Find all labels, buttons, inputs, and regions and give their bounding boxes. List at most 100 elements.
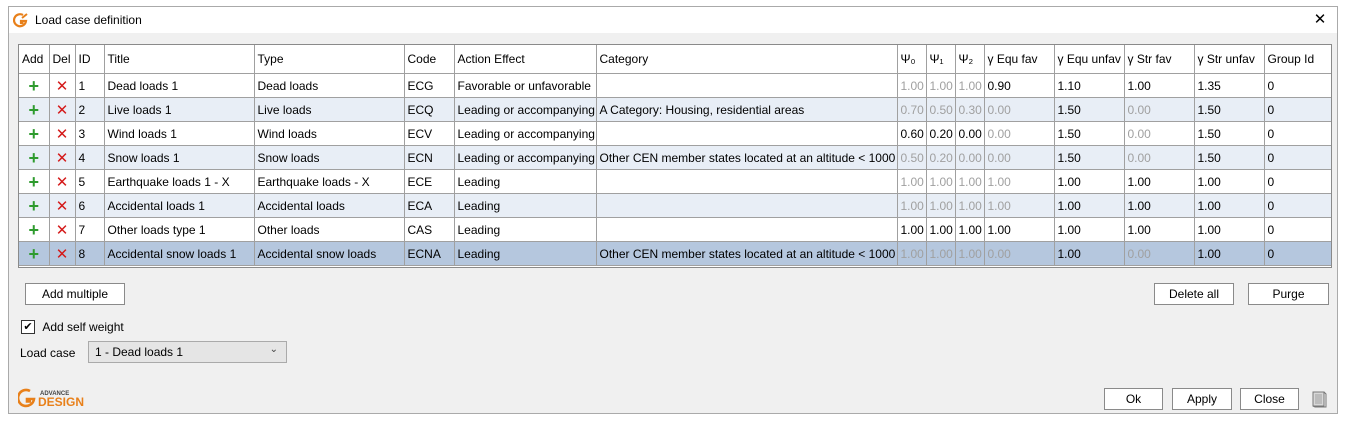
cell-psi2[interactable]: 1.00	[955, 193, 985, 218]
add-row-icon[interactable]: +	[19, 73, 50, 98]
add-multiple-button[interactable]: Add multiple	[25, 283, 125, 305]
cell-code[interactable]: ECQ	[404, 97, 455, 122]
cell-psi1[interactable]: 0.20	[926, 121, 956, 146]
cell-str-unfav[interactable]: 1.50	[1194, 145, 1265, 170]
cell-type[interactable]: Accidental snow loads	[254, 241, 405, 266]
add-row-icon[interactable]: +	[19, 97, 50, 122]
cell-group[interactable]: 0	[1264, 97, 1331, 122]
cell-equ-fav[interactable]: 1.00	[984, 169, 1055, 194]
cell-title[interactable]: Wind loads 1	[104, 121, 255, 146]
cell-psi2[interactable]: 1.00	[955, 73, 985, 98]
cell-code[interactable]: CAS	[404, 217, 455, 242]
cell-equ-unfav[interactable]: 1.00	[1054, 193, 1125, 218]
add-row-icon[interactable]: +	[19, 169, 50, 194]
cell-category[interactable]: Other CEN member states located at an al…	[596, 145, 898, 170]
cell-title[interactable]: Live loads 1	[104, 97, 255, 122]
delete-all-button[interactable]: Delete all	[1154, 283, 1234, 305]
self-weight-checkbox[interactable]: ✔	[21, 319, 35, 334]
cell-action[interactable]: Leading or accompanying	[454, 145, 597, 170]
cell-equ-fav[interactable]: 0.00	[984, 145, 1055, 170]
cell-title[interactable]: Dead loads 1	[104, 73, 255, 98]
delete-row-icon[interactable]: ✕	[49, 193, 76, 218]
close-window-icon[interactable]: ✕	[1309, 9, 1331, 31]
cell-str-fav[interactable]: 0.00	[1124, 121, 1195, 146]
cell-id[interactable]: 1	[75, 73, 105, 98]
purge-button[interactable]: Purge	[1248, 283, 1329, 305]
table-row[interactable]: + ✕ 1 Dead loads 1 Dead loads ECG Favorable or…	[19, 73, 1331, 98]
cell-psi0[interactable]: 1.00	[897, 241, 927, 266]
cell-equ-unfav[interactable]: 1.00	[1054, 241, 1125, 266]
ok-button[interactable]: Ok	[1104, 388, 1163, 410]
cell-str-fav[interactable]: 0.00	[1124, 241, 1195, 266]
cell-equ-fav[interactable]: 1.00	[984, 193, 1055, 218]
cell-str-fav[interactable]: 0.00	[1124, 97, 1195, 122]
cell-category[interactable]	[596, 193, 898, 218]
delete-row-icon[interactable]: ✕	[49, 73, 76, 98]
cell-equ-unfav[interactable]: 1.10	[1054, 73, 1125, 98]
column-header[interactable]: Category	[596, 45, 898, 74]
cell-equ-fav[interactable]: 0.00	[984, 121, 1055, 146]
add-row-icon[interactable]: +	[19, 121, 50, 146]
cell-psi1[interactable]: 0.20	[926, 145, 956, 170]
cell-group[interactable]: 0	[1264, 169, 1331, 194]
cell-str-fav[interactable]: 1.00	[1124, 193, 1195, 218]
cell-action[interactable]: Leading	[454, 169, 597, 194]
delete-row-icon[interactable]: ✕	[49, 145, 76, 170]
column-header[interactable]: Action Effect	[454, 45, 597, 74]
cell-id[interactable]: 8	[75, 241, 105, 266]
cell-code[interactable]: ECE	[404, 169, 455, 194]
column-header[interactable]: Group Id	[1264, 45, 1331, 74]
cell-id[interactable]: 2	[75, 97, 105, 122]
cell-psi2[interactable]: 1.00	[955, 169, 985, 194]
column-header[interactable]: Ψ₀	[897, 45, 927, 74]
cell-psi2[interactable]: 1.00	[955, 241, 985, 266]
cell-equ-fav[interactable]: 1.00	[984, 217, 1055, 242]
cell-psi2[interactable]: 0.00	[955, 121, 985, 146]
cell-action[interactable]: Leading or accompanying	[454, 97, 597, 122]
cell-equ-fav[interactable]: 0.00	[984, 241, 1055, 266]
cell-str-fav[interactable]: 1.00	[1124, 217, 1195, 242]
column-header[interactable]: Type	[254, 45, 405, 74]
cell-id[interactable]: 7	[75, 217, 105, 242]
cell-type[interactable]: Accidental loads	[254, 193, 405, 218]
cell-category[interactable]	[596, 169, 898, 194]
cell-code[interactable]: ECNA	[404, 241, 455, 266]
cell-equ-fav[interactable]: 0.00	[984, 97, 1055, 122]
cell-psi0[interactable]: 1.00	[897, 169, 927, 194]
table-row[interactable]: + ✕ 3 Wind loads 1 Wind loads ECV Leading or a…	[19, 121, 1331, 146]
cell-equ-unfav[interactable]: 1.50	[1054, 145, 1125, 170]
cell-action[interactable]: Favorable or unfavorable	[454, 73, 597, 98]
cell-category[interactable]: A Category: Housing, residential areas	[596, 97, 898, 122]
cell-category[interactable]	[596, 73, 898, 98]
cell-psi0[interactable]: 0.70	[897, 97, 927, 122]
cell-group[interactable]: 0	[1264, 193, 1331, 218]
cell-str-unfav[interactable]: 1.00	[1194, 169, 1265, 194]
cell-type[interactable]: Wind loads	[254, 121, 405, 146]
cell-id[interactable]: 6	[75, 193, 105, 218]
cell-group[interactable]: 0	[1264, 73, 1331, 98]
cell-category[interactable]	[596, 217, 898, 242]
cell-code[interactable]: ECN	[404, 145, 455, 170]
delete-row-icon[interactable]: ✕	[49, 169, 76, 194]
table-row[interactable]: + ✕ 8 Accidental snow loads 1 Accidental sno…	[19, 241, 1331, 266]
column-header[interactable]: γ Str fav	[1124, 45, 1195, 74]
column-header[interactable]: Add	[19, 45, 50, 74]
column-header[interactable]: γ Equ unfav	[1054, 45, 1125, 74]
cell-psi0[interactable]: 1.00	[897, 217, 927, 242]
cell-title[interactable]: Accidental loads 1	[104, 193, 255, 218]
add-row-icon[interactable]: +	[19, 193, 50, 218]
cell-group[interactable]: 0	[1264, 121, 1331, 146]
cell-str-unfav[interactable]: 1.50	[1194, 97, 1265, 122]
cell-str-fav[interactable]: 1.00	[1124, 73, 1195, 98]
cell-type[interactable]: Snow loads	[254, 145, 405, 170]
delete-row-icon[interactable]: ✕	[49, 121, 76, 146]
cell-str-unfav[interactable]: 1.00	[1194, 241, 1265, 266]
cell-group[interactable]: 0	[1264, 241, 1331, 266]
column-header[interactable]: Ψ₁	[926, 45, 956, 74]
cell-category[interactable]	[596, 121, 898, 146]
cell-psi0[interactable]: 0.60	[897, 121, 927, 146]
column-header[interactable]: γ Str unfav	[1194, 45, 1265, 74]
cell-psi1[interactable]: 0.50	[926, 97, 956, 122]
cell-psi1[interactable]: 1.00	[926, 217, 956, 242]
cell-code[interactable]: ECG	[404, 73, 455, 98]
